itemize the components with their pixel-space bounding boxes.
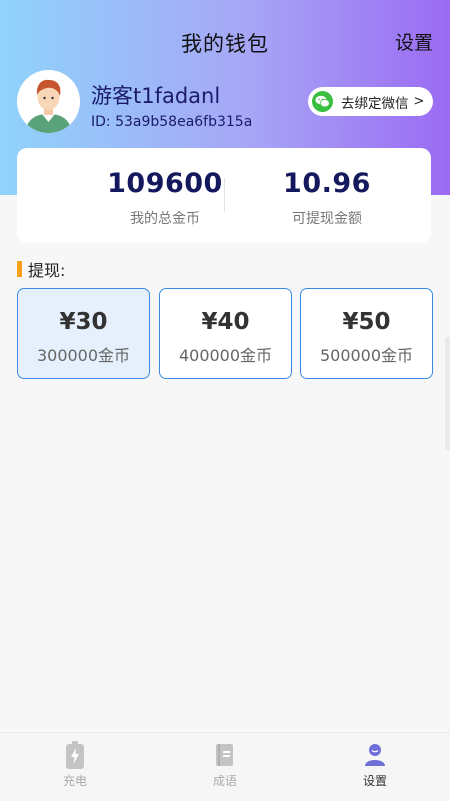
withdrawable-stat: 10.96 可提现金额 [252,168,402,228]
option-coins: 400000金币 [178,346,273,365]
user-id: ID: 53a9b58ea6fb315a [91,114,253,130]
settings-link[interactable]: 设置 [395,28,433,55]
withdrawable-value: 10.96 [283,168,371,199]
edge-pull-tab[interactable] [445,337,450,450]
bind-wechat-button[interactable]: 去绑定微信 > [308,87,433,116]
withdrawable-label: 可提现金额 [292,211,362,227]
option-price: ¥50 [342,309,391,335]
tab-charge[interactable]: 充电 [0,733,150,801]
option-price: ¥30 [59,309,108,335]
bottom-tab-bar: 充电 成语 设置 [0,732,450,801]
tab-charge-label: 充电 [62,774,87,788]
tab-settings-label: 设置 [362,774,387,788]
section-accent-bar [17,261,22,277]
withdraw-option-50[interactable]: ¥50 500000金币 [300,288,433,379]
withdraw-section-label: 提现: [28,261,66,280]
total-coins-stat: 109600 我的总金币 [90,168,240,228]
option-coins: 500000金币 [319,346,414,365]
stats-card: 109600 我的总金币 10.96 可提现金额 [17,148,431,243]
username: 游客t1fadanl [91,84,221,108]
stats-divider [224,178,225,212]
total-coins-label: 我的总金币 [130,211,200,227]
withdraw-option-40[interactable]: ¥40 400000金币 [159,288,292,379]
withdraw-section-title: 提现: [17,257,65,281]
wechat-icon [312,91,333,112]
withdraw-option-30[interactable]: ¥30 300000金币 [17,288,150,379]
tab-settings[interactable]: 设置 [300,733,450,801]
total-coins-value: 109600 [107,168,223,199]
page-title: 我的钱包 [181,32,269,56]
battery-icon [0,740,150,770]
avatar-illustration [17,70,80,133]
option-coins: 300000金币 [36,346,131,365]
chevron-right-icon: > [413,94,425,109]
tab-idioms[interactable]: 成语 [150,733,300,801]
option-price: ¥40 [201,309,250,335]
bind-wechat-label: 去绑定微信 [341,95,409,112]
person-icon [300,740,450,770]
avatar [17,70,80,133]
tab-idioms-label: 成语 [212,774,237,788]
book-icon [150,740,300,770]
